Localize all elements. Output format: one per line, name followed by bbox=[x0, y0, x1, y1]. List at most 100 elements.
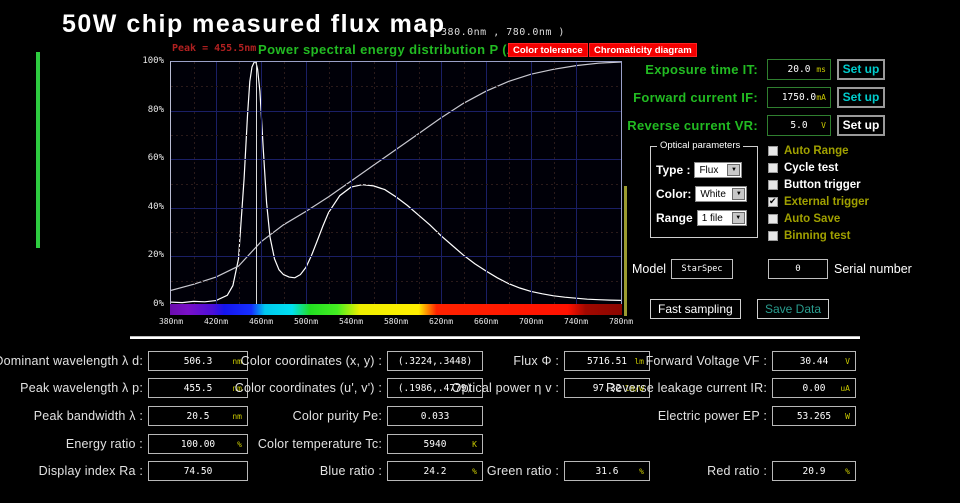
checkbox-icon[interactable] bbox=[768, 214, 778, 224]
chart-y-axis: 0%20%40%60%80%100% bbox=[130, 58, 166, 308]
serial-number-field[interactable]: 0 bbox=[768, 259, 828, 279]
option-label: Auto Range bbox=[784, 145, 849, 157]
option-auto-range[interactable]: Auto Range bbox=[768, 143, 918, 159]
model-value: StarSpec bbox=[682, 264, 723, 274]
readout-value-box: 0.033 bbox=[387, 406, 483, 426]
chart-cursor-line[interactable] bbox=[256, 62, 257, 305]
readout-value: 30.44 bbox=[800, 356, 829, 367]
chart-title: Power spectral energy distribution P (λ) bbox=[258, 42, 519, 57]
chart-gridline bbox=[171, 208, 621, 209]
readout-label: Forward Voltage VF : bbox=[646, 354, 767, 368]
readout-unit: lm bbox=[634, 357, 644, 366]
chromaticity-diagram-button[interactable]: Chromaticity diagram bbox=[589, 43, 697, 57]
readout-row: Display index Ra : 74.50 bbox=[0, 460, 248, 482]
set-up-button[interactable]: Set up bbox=[837, 115, 885, 136]
checkbox-icon[interactable] bbox=[768, 163, 778, 173]
readout-label: Color coordinates (x, y) : bbox=[241, 354, 382, 368]
setting-input[interactable]: 1750.0mA bbox=[767, 87, 831, 108]
option-label: Binning test bbox=[784, 230, 850, 242]
readout-row: Peak wavelength λ p: 455.5nm bbox=[0, 377, 248, 399]
chart-gridline-minor bbox=[171, 86, 621, 87]
chart-y-tick: 100% bbox=[142, 56, 164, 66]
readout-value: 74.50 bbox=[184, 466, 213, 477]
optical-type-row: Type : Flux ▼ bbox=[656, 161, 742, 179]
readout-label: Green ratio : bbox=[487, 464, 559, 478]
chevron-down-icon[interactable]: ▼ bbox=[727, 164, 740, 176]
readout-value: 506.3 bbox=[184, 356, 213, 367]
readout-unit: % bbox=[639, 467, 644, 476]
checkbox-icon[interactable] bbox=[768, 180, 778, 190]
readout-value: 24.2 bbox=[424, 466, 447, 477]
readout-label: Red ratio : bbox=[707, 464, 767, 478]
wavelength-range-label: ( 380.0nm , 780.0nm ) bbox=[428, 27, 565, 38]
readout-unit: W bbox=[845, 412, 850, 421]
readout-label: Reverse leakage current IR: bbox=[606, 381, 767, 395]
setting-unit: V bbox=[821, 121, 826, 130]
setting-input[interactable]: 5.0V bbox=[767, 115, 831, 136]
setting-input[interactable]: 20.0ms bbox=[767, 59, 831, 80]
chart-y-tick: 40% bbox=[148, 202, 164, 212]
optical-color-value: White bbox=[700, 189, 726, 200]
readout-unit: % bbox=[472, 467, 477, 476]
optical-color-select[interactable]: White ▼ bbox=[695, 186, 747, 202]
option-auto-save[interactable]: Auto Save bbox=[768, 211, 918, 227]
checkbox-icon[interactable] bbox=[768, 231, 778, 241]
readout-unit: % bbox=[845, 467, 850, 476]
setting-row: Forward current IF: bbox=[600, 85, 758, 109]
left-green-indicator-bar bbox=[36, 52, 40, 248]
readout-label: Peak bandwidth λ : bbox=[34, 409, 143, 423]
option-cycle-test[interactable]: Cycle test bbox=[768, 160, 918, 176]
readout-label: Peak wavelength λ p: bbox=[20, 381, 143, 395]
setting-unit: mA bbox=[816, 93, 826, 102]
readout-value-box: 5716.51lm bbox=[564, 351, 650, 371]
optical-color-label: Color: bbox=[656, 187, 691, 201]
fast-sampling-button[interactable]: Fast sampling bbox=[650, 299, 741, 319]
optical-range-select[interactable]: 1 file ▼ bbox=[697, 210, 747, 226]
chart-x-tick: 380nm bbox=[159, 317, 183, 326]
optical-type-select[interactable]: Flux ▼ bbox=[694, 162, 742, 178]
page-title: 50W chip measured flux map bbox=[62, 10, 446, 39]
readout-label: Display index Ra : bbox=[39, 464, 143, 478]
chart-x-tick: 540nm bbox=[339, 317, 363, 326]
readout-unit: uA bbox=[840, 384, 850, 393]
setting-label: Reverse current VR: bbox=[627, 118, 758, 133]
model-field[interactable]: StarSpec bbox=[671, 259, 733, 279]
readout-label: Optical power η v : bbox=[452, 381, 559, 395]
setting-value: 20.0 bbox=[788, 64, 811, 75]
readout-value-box: 74.50 bbox=[148, 461, 248, 481]
option-label: External trigger bbox=[784, 196, 869, 208]
spectrometer-app-window: 50W chip measured flux map ( 380.0nm , 7… bbox=[0, 0, 960, 503]
readout-label: Dominant wavelength λ d: bbox=[0, 354, 143, 368]
readout-value: (.3224,.3448) bbox=[398, 356, 472, 367]
chevron-down-icon[interactable]: ▼ bbox=[732, 212, 745, 224]
readout-value: 31.6 bbox=[596, 466, 619, 477]
set-up-button[interactable]: Set up bbox=[837, 59, 885, 80]
chart-x-tick: 420nm bbox=[204, 317, 228, 326]
chevron-down-icon[interactable]: ▼ bbox=[732, 188, 745, 200]
readout-row: Energy ratio :100.00% bbox=[0, 433, 248, 455]
optical-type-value: Flux bbox=[699, 165, 718, 176]
visible-spectrum-color-bar bbox=[170, 304, 622, 315]
option-binning-test[interactable]: Binning test bbox=[768, 228, 918, 244]
option-button-trigger[interactable]: Button trigger bbox=[768, 177, 918, 193]
readout-value-box: 100.00% bbox=[148, 434, 248, 454]
readout-row: Color purity Pe:0.033 bbox=[235, 405, 483, 427]
readout-value-box: 24.2% bbox=[387, 461, 483, 481]
readout-value-box: 455.5nm bbox=[148, 378, 248, 398]
chart-y-tick: 0% bbox=[153, 299, 164, 309]
setting-value: 1750.0 bbox=[782, 92, 816, 103]
readout-value-box: 506.3nm bbox=[148, 351, 248, 371]
readout-unit: V bbox=[845, 357, 850, 366]
chart-plot-area[interactable] bbox=[170, 61, 622, 306]
readout-unit: K bbox=[472, 440, 477, 449]
checkbox-icon[interactable] bbox=[768, 197, 778, 207]
chart-gridline bbox=[171, 256, 621, 257]
checkbox-icon[interactable] bbox=[768, 146, 778, 156]
set-up-button[interactable]: Set up bbox=[837, 87, 885, 108]
option-external-trigger[interactable]: External trigger bbox=[768, 194, 918, 210]
save-data-button[interactable]: Save Data bbox=[757, 299, 829, 319]
readout-value: 455.5 bbox=[184, 383, 213, 394]
spectral-chart[interactable]: 0%20%40%60%80%100% bbox=[130, 58, 640, 326]
readout-row: Dominant wavelength λ d: 506.3nm bbox=[0, 350, 248, 372]
color-tolerance-button[interactable]: Color tolerance bbox=[508, 43, 588, 57]
